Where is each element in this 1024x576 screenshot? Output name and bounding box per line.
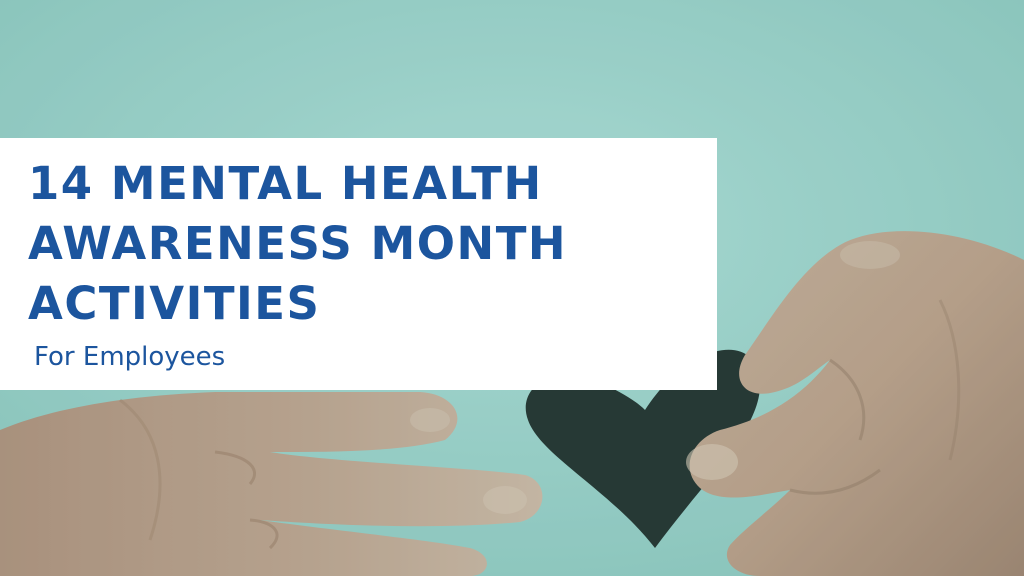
title-line-1: 14 MENTAL HEALTH bbox=[28, 157, 543, 210]
banner-image: 14 MENTAL HEALTH AWARENESS MONTH ACTIVIT… bbox=[0, 0, 1024, 576]
title-line-2: AWARENESS MONTH bbox=[28, 217, 568, 270]
subtitle: For Employees bbox=[34, 342, 226, 372]
title-panel: 14 MENTAL HEALTH AWARENESS MONTH ACTIVIT… bbox=[0, 138, 717, 390]
title-line-3: ACTIVITIES bbox=[28, 277, 321, 330]
